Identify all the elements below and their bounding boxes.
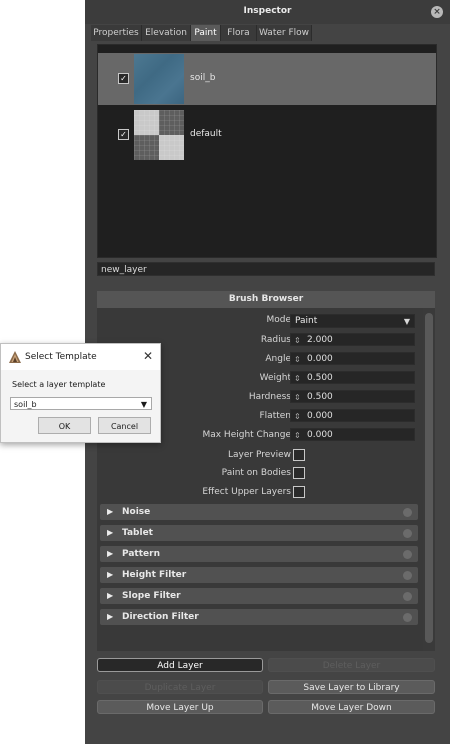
mode-select[interactable]: Paint ▼ — [290, 314, 415, 328]
layer-name: default — [190, 129, 222, 139]
mode-value: Paint — [295, 316, 318, 326]
tab-properties[interactable]: Properties — [91, 25, 142, 41]
section-direction-filter[interactable]: ▶ Direction Filter — [100, 609, 418, 625]
cancel-button[interactable]: Cancel — [98, 417, 151, 434]
tab-flora[interactable]: Flora — [221, 25, 257, 41]
spinner-icon[interactable]: ⇕ — [294, 334, 301, 347]
add-layer-button[interactable]: Add Layer — [97, 658, 263, 672]
section-tablet[interactable]: ▶ Tablet — [100, 525, 418, 541]
status-dot-icon — [403, 550, 412, 559]
layer-visible-checkbox[interactable]: ✓ — [118, 73, 129, 84]
section-pattern[interactable]: ▶ Pattern — [100, 546, 418, 562]
tab-elevation[interactable]: Elevation — [142, 25, 191, 41]
layer-visible-checkbox[interactable]: ✓ — [118, 129, 129, 140]
move-layer-down-button[interactable]: Move Layer Down — [268, 700, 435, 714]
weight-field[interactable]: ⇕ 0.500 — [290, 371, 415, 384]
max-height-change-field[interactable]: ⇕ 0.000 — [290, 428, 415, 441]
expand-triangle-icon: ▶ — [107, 549, 114, 558]
app-icon — [9, 351, 21, 363]
layer-preview-checkbox[interactable] — [293, 449, 305, 461]
spinner-icon[interactable]: ⇕ — [294, 353, 301, 366]
brush-browser-title: Brush Browser — [97, 291, 435, 308]
max-height-change-value: 0.000 — [307, 430, 333, 440]
inspector-title: Inspector — [243, 6, 292, 16]
layer-name: soil_b — [190, 73, 216, 83]
radius-value: 2.000 — [307, 335, 333, 345]
layer-row-soil-b[interactable]: ✓ soil_b — [98, 53, 436, 105]
spinner-icon[interactable]: ⇕ — [294, 410, 301, 423]
layer-preview-label: Layer Preview — [228, 450, 291, 460]
status-dot-icon — [403, 571, 412, 580]
brush-browser-scrollbar[interactable] — [425, 313, 433, 643]
weight-value: 0.500 — [307, 373, 333, 383]
layer-list[interactable]: ✓ soil_b ✓ default — [97, 44, 437, 258]
layer-thumbnail — [134, 110, 184, 160]
chevron-down-icon: ▼ — [403, 317, 410, 326]
section-label: Pattern — [122, 549, 160, 559]
inspector-titlebar[interactable]: Inspector × — [85, 0, 450, 24]
template-select-value: soil_b — [14, 400, 37, 409]
template-select[interactable]: soil_b ▼ — [10, 397, 152, 410]
spinner-icon[interactable]: ⇕ — [294, 391, 301, 404]
ok-button[interactable]: OK — [38, 417, 91, 434]
status-dot-icon — [403, 508, 412, 517]
section-label: Height Filter — [122, 570, 187, 580]
angle-field[interactable]: ⇕ 0.000 — [290, 352, 415, 365]
flatten-field[interactable]: ⇕ 0.000 — [290, 409, 415, 422]
expand-triangle-icon: ▶ — [107, 507, 114, 516]
effect-upper-layers-label: Effect Upper Layers — [202, 487, 291, 497]
layer-row-default[interactable]: ✓ default — [98, 109, 436, 161]
delete-layer-button[interactable]: Delete Layer — [268, 658, 435, 672]
save-layer-to-library-button[interactable]: Save Layer to Library — [268, 680, 435, 694]
status-dot-icon — [403, 613, 412, 622]
dialog-title: Select Template — [25, 352, 97, 362]
hardness-value: 0.500 — [307, 392, 333, 402]
flatten-value: 0.000 — [307, 411, 333, 421]
expand-triangle-icon: ▶ — [107, 528, 114, 537]
section-label: Slope Filter — [122, 591, 181, 601]
paint-on-bodies-label: Paint on Bodies — [221, 468, 291, 478]
duplicate-layer-button[interactable]: Duplicate Layer — [97, 680, 263, 694]
tab-water-flow[interactable]: Water Flow — [257, 25, 312, 41]
status-dot-icon — [403, 592, 412, 601]
move-layer-up-button[interactable]: Move Layer Up — [97, 700, 263, 714]
spinner-icon[interactable]: ⇕ — [294, 429, 301, 442]
expand-triangle-icon: ▶ — [107, 570, 114, 579]
dialog-titlebar[interactable]: Select Template ✕ — [1, 344, 160, 370]
mode-label: Mode — [266, 315, 291, 325]
angle-value: 0.000 — [307, 354, 333, 364]
paint-on-bodies-checkbox[interactable] — [293, 467, 305, 479]
checker-pattern — [134, 110, 184, 160]
dialog-prompt: Select a layer template — [12, 380, 106, 389]
expand-triangle-icon: ▶ — [107, 612, 114, 621]
select-template-dialog: Select Template ✕ Select a layer templat… — [0, 343, 161, 443]
section-slope-filter[interactable]: ▶ Slope Filter — [100, 588, 418, 604]
spinner-icon[interactable]: ⇕ — [294, 372, 301, 385]
hardness-field[interactable]: ⇕ 0.500 — [290, 390, 415, 403]
layer-thumbnail — [134, 54, 184, 104]
section-label: Direction Filter — [122, 612, 199, 622]
section-noise[interactable]: ▶ Noise — [100, 504, 418, 520]
expand-triangle-icon: ▶ — [107, 591, 114, 600]
tab-paint[interactable]: Paint — [191, 25, 221, 41]
section-label: Tablet — [122, 528, 153, 538]
section-height-filter[interactable]: ▶ Height Filter — [100, 567, 418, 583]
layer-name-input[interactable]: new_layer — [97, 262, 435, 276]
status-dot-icon — [403, 529, 412, 538]
radius-field[interactable]: ⇕ 2.000 — [290, 333, 415, 346]
close-icon[interactable]: × — [431, 6, 443, 18]
chevron-down-icon: ▼ — [140, 400, 147, 409]
close-icon[interactable]: ✕ — [143, 349, 153, 363]
section-label: Noise — [122, 507, 151, 517]
effect-upper-layers-checkbox[interactable] — [293, 486, 305, 498]
